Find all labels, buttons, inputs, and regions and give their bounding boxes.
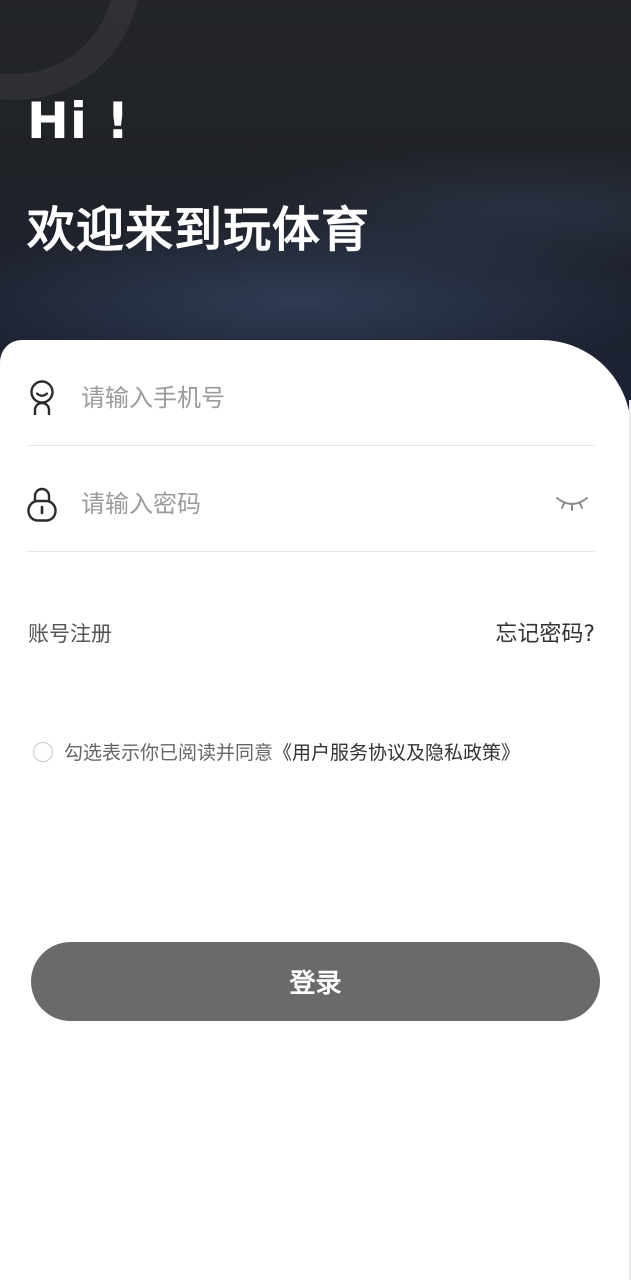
agreement-text: 勾选表示你已阅读并同意 xyxy=(64,742,274,764)
password-input[interactable] xyxy=(81,489,521,518)
login-screen: Hi ! 欢迎来到玩体育 请输入手机号 账号注册 忘记密码? 勾选表示你已阅读并… xyxy=(0,0,631,1280)
policy-link[interactable]: 《用户服务协议及隐私政策》 xyxy=(273,738,520,765)
password-field xyxy=(27,446,595,552)
phone-field xyxy=(27,340,595,446)
greeting-title: Hi ! xyxy=(27,92,131,150)
agreement-checkbox[interactable] xyxy=(33,741,53,762)
eye-closed-icon[interactable] xyxy=(555,492,589,516)
welcome-title: 欢迎来到玩体育 xyxy=(27,202,371,258)
agreement-row: 勾选表示你已阅读并同意 《用户服务协议及隐私政策》 xyxy=(33,738,520,765)
decorative-ring xyxy=(0,0,140,100)
phone-input[interactable] xyxy=(81,383,521,412)
login-card: 账号注册 忘记密码? 勾选表示你已阅读并同意 《用户服务协议及隐私政策》 登录 xyxy=(0,340,631,1280)
lock-icon xyxy=(27,484,57,524)
login-button[interactable]: 登录 xyxy=(31,942,600,1021)
forgot-password-link[interactable]: 忘记密码? xyxy=(495,616,595,648)
user-icon xyxy=(27,378,57,418)
register-link[interactable]: 账号注册 xyxy=(28,618,112,648)
